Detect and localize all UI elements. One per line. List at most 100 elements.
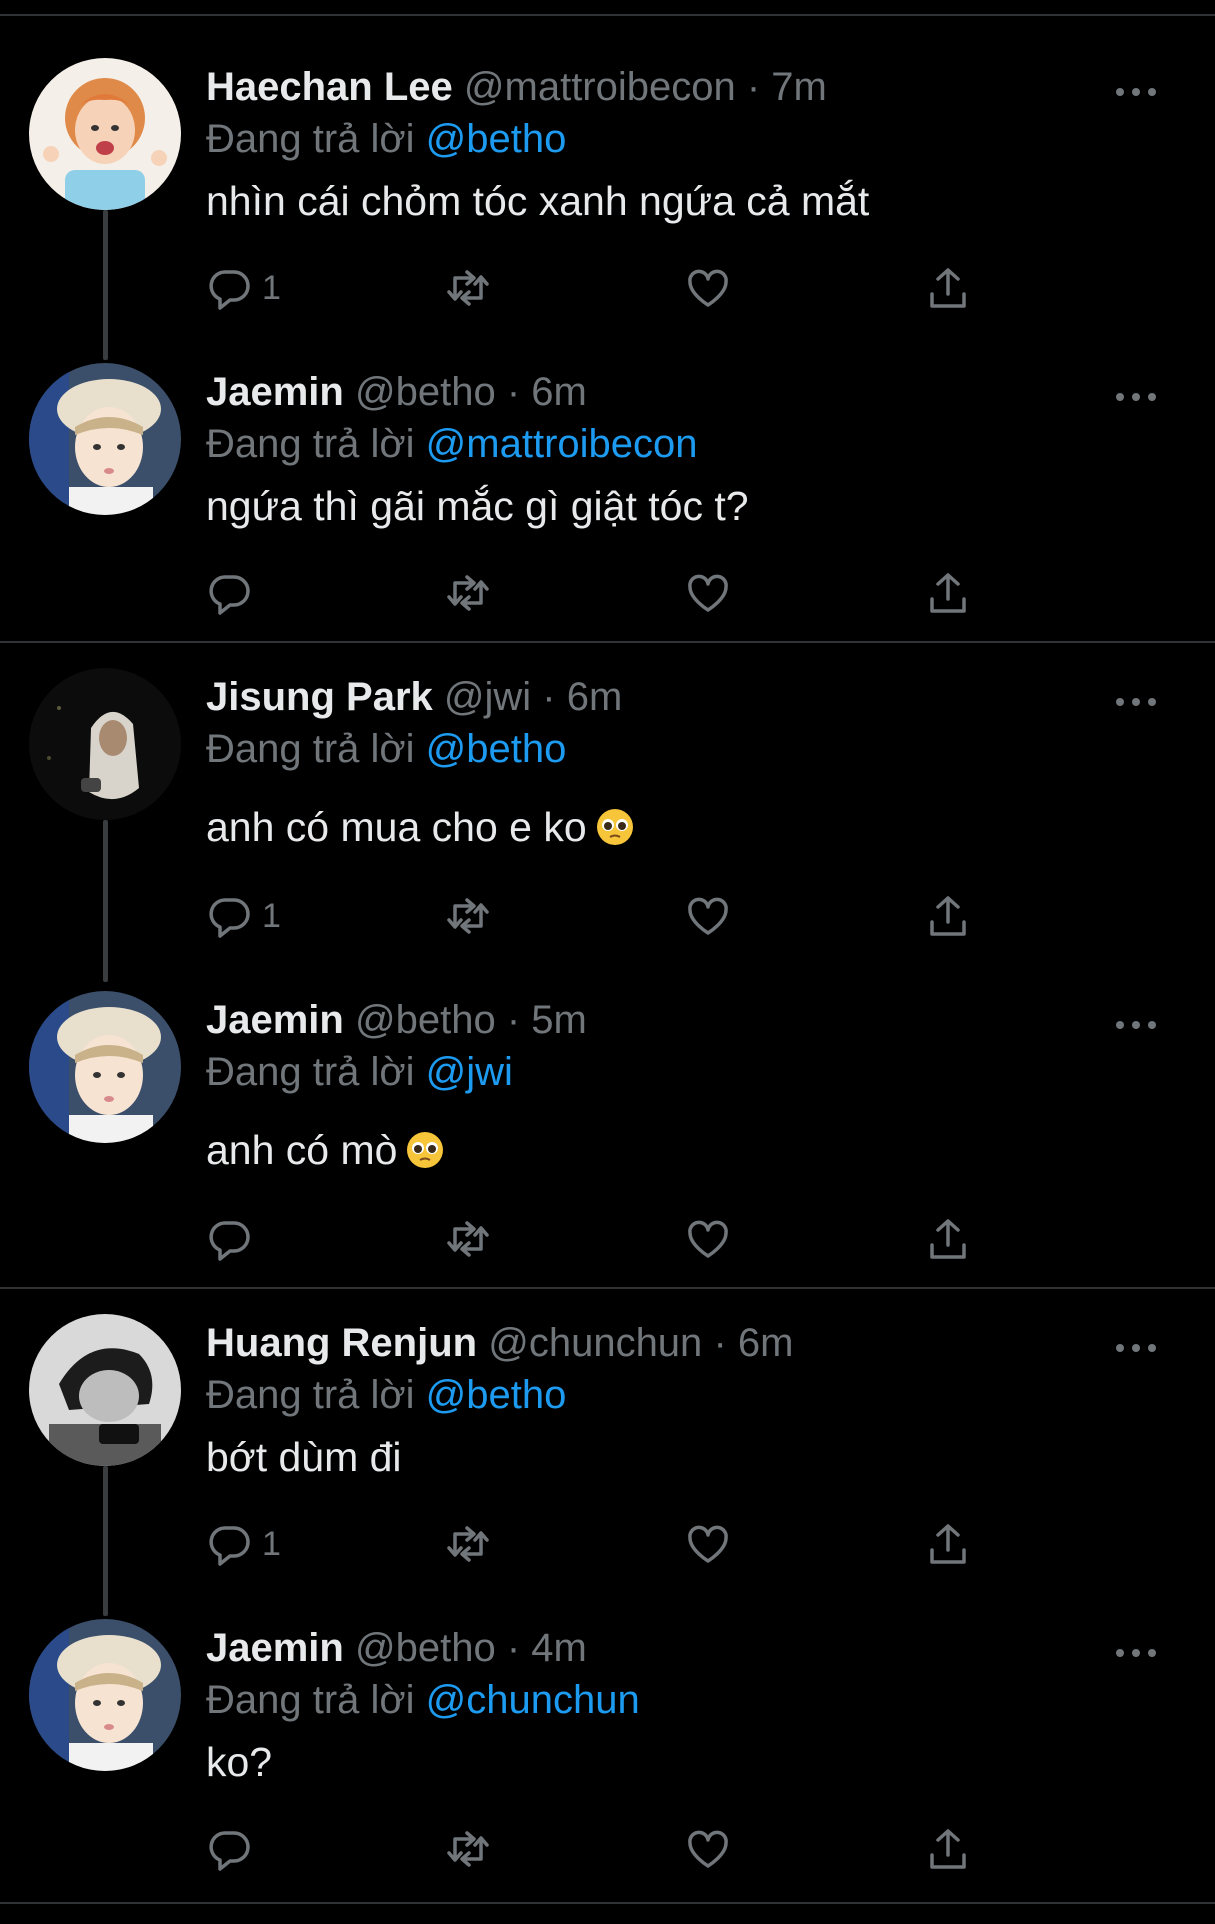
top-divider bbox=[0, 14, 1215, 16]
share-button[interactable] bbox=[924, 563, 972, 623]
retweet-icon bbox=[447, 575, 489, 611]
user-handle[interactable]: @chunchun bbox=[488, 1321, 702, 1365]
tweet-header: Jaemin @betho · 4m bbox=[206, 1623, 587, 1673]
mention-link[interactable]: @jwi bbox=[426, 1050, 513, 1094]
more-icon[interactable] bbox=[1113, 1338, 1159, 1358]
replying-label: Đang trả lời bbox=[206, 1373, 415, 1417]
like-button[interactable] bbox=[684, 1209, 732, 1269]
retweet-button[interactable] bbox=[444, 1514, 492, 1574]
user-handle[interactable]: @betho bbox=[355, 370, 496, 414]
replying-label: Đang trả lời bbox=[206, 117, 415, 161]
share-button[interactable] bbox=[924, 1209, 972, 1269]
mention-link[interactable]: @betho bbox=[426, 727, 567, 771]
timestamp[interactable]: · 4m bbox=[507, 1626, 587, 1670]
like-button[interactable] bbox=[684, 886, 732, 946]
user-handle[interactable]: @betho bbox=[355, 1626, 496, 1670]
share-icon bbox=[930, 573, 966, 613]
like-icon bbox=[688, 574, 728, 612]
reply-button[interactable] bbox=[206, 1209, 262, 1269]
thread-divider bbox=[0, 1287, 1215, 1289]
timestamp[interactable]: · 6m bbox=[713, 1321, 793, 1365]
replying-label: Đang trả lời bbox=[206, 422, 415, 466]
reply-button[interactable]: 1 bbox=[206, 886, 281, 946]
thread-divider bbox=[0, 1902, 1215, 1904]
retweet-icon bbox=[447, 1221, 489, 1257]
retweet-button[interactable] bbox=[444, 886, 492, 946]
thread-line bbox=[103, 820, 108, 982]
tweet-renjun[interactable]: Huang Renjun @chunchun · 6m Đang trả lời… bbox=[0, 1314, 1215, 1619]
tweet-text-row: anh có mò bbox=[206, 1125, 445, 1175]
avatar-jaemin[interactable] bbox=[29, 1619, 181, 1771]
timestamp[interactable]: · 5m bbox=[507, 998, 587, 1042]
reply-button[interactable] bbox=[206, 563, 262, 623]
like-button[interactable] bbox=[684, 1514, 732, 1574]
retweet-button[interactable] bbox=[444, 563, 492, 623]
reply-icon bbox=[209, 898, 250, 938]
reply-button[interactable]: 1 bbox=[206, 258, 281, 318]
tweet-header: Huang Renjun @chunchun · 6m bbox=[206, 1318, 793, 1368]
share-icon bbox=[930, 896, 966, 936]
replying-label: Đang trả lời bbox=[206, 1050, 415, 1094]
user-handle[interactable]: @mattroibecon bbox=[464, 65, 736, 109]
avatar-haechan[interactable] bbox=[29, 58, 181, 210]
mention-link[interactable]: @betho bbox=[426, 1373, 567, 1417]
tweet-jaemin[interactable]: Jaemin @betho · 4m Đang trả lời @chunchu… bbox=[0, 1619, 1215, 1924]
display-name[interactable]: Jaemin bbox=[206, 1626, 344, 1670]
reply-icon bbox=[209, 1526, 250, 1566]
like-button[interactable] bbox=[684, 258, 732, 318]
share-icon bbox=[930, 1524, 966, 1564]
share-button[interactable] bbox=[924, 886, 972, 946]
mention-link[interactable]: @chunchun bbox=[426, 1678, 640, 1722]
tweet-actions bbox=[206, 1209, 1006, 1269]
tweet-jisung[interactable]: Jisung Park @jwi · 6m Đang trả lời @beth… bbox=[0, 668, 1215, 982]
user-handle[interactable]: @jwi bbox=[444, 675, 531, 719]
avatar-jisung[interactable] bbox=[29, 668, 181, 820]
tweet-text: bớt dùm đi bbox=[206, 1434, 402, 1480]
tweet-jaemin[interactable]: Jaemin @betho · 6m Đang trả lời @mattroi… bbox=[0, 363, 1215, 668]
reply-button[interactable] bbox=[206, 1819, 262, 1879]
share-button[interactable] bbox=[924, 1819, 972, 1879]
user-handle[interactable]: @betho bbox=[355, 998, 496, 1042]
avatar-jaemin[interactable] bbox=[29, 363, 181, 515]
more-icon[interactable] bbox=[1113, 1015, 1159, 1035]
retweet-icon bbox=[447, 270, 489, 306]
retweet-icon bbox=[447, 1526, 489, 1562]
display-name[interactable]: Huang Renjun bbox=[206, 1321, 477, 1365]
retweet-button[interactable] bbox=[444, 1209, 492, 1269]
retweet-button[interactable] bbox=[444, 258, 492, 318]
replying-label: Đang trả lời bbox=[206, 727, 415, 771]
retweet-icon bbox=[447, 898, 489, 934]
tweet-jaemin[interactable]: Jaemin @betho · 5m Đang trả lời @jwi anh… bbox=[0, 991, 1215, 1296]
share-button[interactable] bbox=[924, 1514, 972, 1574]
tweet-text: anh có mò bbox=[206, 1127, 398, 1173]
avatar-renjun[interactable] bbox=[29, 1314, 181, 1466]
like-button[interactable] bbox=[684, 563, 732, 623]
display-name[interactable]: Jaemin bbox=[206, 998, 344, 1042]
more-icon[interactable] bbox=[1113, 1643, 1159, 1663]
mention-link[interactable]: @mattroibecon bbox=[426, 422, 698, 466]
like-button[interactable] bbox=[684, 1819, 732, 1879]
mention-link[interactable]: @betho bbox=[426, 117, 567, 161]
tweet-header: Jisung Park @jwi · 6m bbox=[206, 672, 622, 722]
display-name[interactable]: Haechan Lee bbox=[206, 65, 453, 109]
more-icon[interactable] bbox=[1113, 692, 1159, 712]
display-name[interactable]: Jaemin bbox=[206, 370, 344, 414]
retweet-icon bbox=[447, 1831, 489, 1867]
avatar-jaemin[interactable] bbox=[29, 991, 181, 1143]
share-icon bbox=[930, 1219, 966, 1259]
reply-button[interactable]: 1 bbox=[206, 1514, 281, 1574]
retweet-button[interactable] bbox=[444, 1819, 492, 1879]
tweet-header: Haechan Lee @mattroibecon · 7m bbox=[206, 62, 827, 112]
timestamp[interactable]: · 6m bbox=[507, 370, 587, 414]
tweet-text-row: anh có mua cho e ko bbox=[206, 802, 635, 852]
tweet-haechan[interactable]: Haechan Lee @mattroibecon · 7m Đang trả … bbox=[0, 58, 1215, 363]
display-name[interactable]: Jisung Park bbox=[206, 675, 433, 719]
tweet-actions: 1 bbox=[206, 886, 1006, 946]
timestamp[interactable]: · 7m bbox=[747, 65, 827, 109]
thread-line bbox=[103, 210, 108, 360]
timestamp[interactable]: · 6m bbox=[542, 675, 622, 719]
more-icon[interactable] bbox=[1113, 387, 1159, 407]
more-icon[interactable] bbox=[1113, 82, 1159, 102]
tweet-header: Jaemin @betho · 6m bbox=[206, 367, 587, 417]
share-button[interactable] bbox=[924, 258, 972, 318]
